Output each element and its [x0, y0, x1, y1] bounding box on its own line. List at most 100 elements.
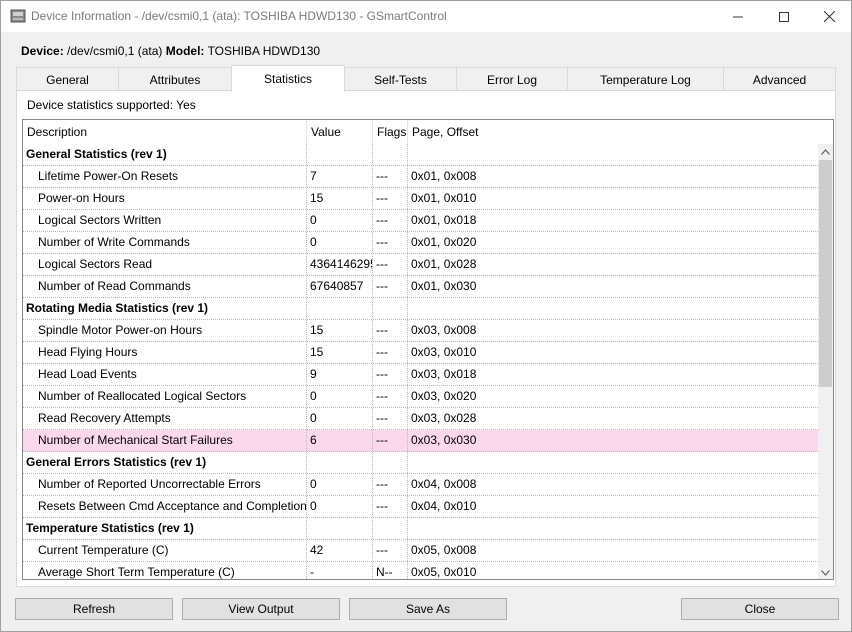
cell-flags — [373, 518, 408, 539]
cell-description: Rotating Media Statistics (rev 1) — [23, 298, 307, 319]
cell-description: Head Load Events — [23, 364, 307, 385]
table-row[interactable]: Number of Write Commands 0 --- 0x01, 0x020 — [23, 232, 818, 254]
cell-page-offset: 0x01, 0x008 — [411, 169, 477, 183]
table-body: General Statistics (rev 1) Lifetime Power… — [23, 144, 818, 579]
cell-description: Logical Sectors Read — [23, 254, 307, 275]
cell-value: 0 — [307, 232, 373, 253]
cell-value: 4364146295 — [307, 254, 373, 275]
table-group-row[interactable]: Temperature Statistics (rev 1) — [23, 518, 818, 540]
tab-general[interactable]: General — [16, 67, 119, 91]
tab-temperature-log[interactable]: Temperature Log — [567, 67, 724, 91]
cell-page-offset: 0x05, 0x010 — [411, 565, 477, 579]
table-row[interactable]: Average Short Term Temperature (C) - N-- 0x… — [23, 562, 818, 579]
cell-page-offset: 0x03, 0x010 — [411, 345, 477, 359]
cell-page-offset: 0x01, 0x010 — [411, 191, 477, 205]
cell-description: Logical Sectors Written — [23, 210, 307, 231]
cell-flags: --- — [373, 386, 408, 407]
cell-page-offset: 0x05, 0x008 — [411, 543, 477, 557]
statistics-table[interactable]: Description Value Flags Page, Offset Gen… — [22, 119, 834, 580]
table-row[interactable]: Head Load Events 9 --- 0x03, 0x018 — [23, 364, 818, 386]
cell-description: Average Short Term Temperature (C) — [23, 562, 307, 579]
window-title: Device Information - /dev/csmi0,1 (ata):… — [31, 9, 447, 23]
table-row[interactable]: Number of Read Commands 67640857 --- 0x01, … — [23, 276, 818, 298]
title-bar[interactable]: Device Information - /dev/csmi0,1 (ata):… — [1, 1, 851, 32]
tab-advanced[interactable]: Advanced — [723, 67, 836, 91]
scroll-down-button[interactable] — [818, 565, 833, 579]
cell-description: Head Flying Hours — [23, 342, 307, 363]
maximize-icon — [779, 11, 789, 22]
cell-flags: --- — [373, 166, 408, 187]
cell-flags: --- — [373, 496, 408, 517]
table-group-row[interactable]: General Errors Statistics (rev 1) — [23, 452, 818, 474]
cell-page-offset: 0x04, 0x008 — [411, 477, 477, 491]
table-header: Description Value Flags Page, Offset — [23, 120, 833, 144]
minimize-button[interactable] — [715, 1, 761, 32]
column-header-value[interactable]: Value — [307, 120, 373, 144]
refresh-button[interactable]: Refresh — [15, 598, 173, 620]
cell-flags: --- — [373, 430, 408, 451]
maximize-button[interactable] — [761, 1, 807, 32]
close-button[interactable]: Close — [681, 598, 839, 620]
table-row[interactable]: Power-on Hours 15 --- 0x01, 0x010 — [23, 188, 818, 210]
table-row[interactable]: Number of Reported Uncorrectable Errors 0… — [23, 474, 818, 496]
cell-flags: --- — [373, 188, 408, 209]
cell-flags: --- — [373, 276, 408, 297]
cell-page-offset: 0x01, 0x018 — [411, 213, 477, 227]
chevron-up-icon — [821, 148, 830, 155]
cell-flags — [373, 452, 408, 473]
cell-page-offset: 0x03, 0x028 — [411, 411, 477, 425]
cell-flags: N-- — [373, 562, 408, 579]
table-row[interactable]: Logical Sectors Written 0 --- 0x01, 0x018 — [23, 210, 818, 232]
table-row[interactable]: Logical Sectors Read 4364146295 --- 0x01, 0… — [23, 254, 818, 276]
save-as-button[interactable]: Save As — [349, 598, 507, 620]
tab-statistics[interactable]: Statistics — [231, 65, 345, 92]
table-row[interactable]: Current Temperature (C) 42 --- 0x05, 0x008 — [23, 540, 818, 562]
cell-description: Number of Read Commands — [23, 276, 307, 297]
scroll-up-button[interactable] — [818, 144, 833, 159]
vertical-scrollbar[interactable] — [818, 144, 833, 579]
column-header-page-offset[interactable]: Page, Offset — [408, 120, 833, 144]
cell-flags: --- — [373, 408, 408, 429]
cell-description: Spindle Motor Power-on Hours — [23, 320, 307, 341]
scroll-thumb[interactable] — [819, 160, 832, 387]
tab-attributes[interactable]: Attributes — [118, 67, 232, 91]
column-header-description[interactable]: Description — [23, 120, 307, 144]
table-group-row[interactable]: General Statistics (rev 1) — [23, 144, 818, 166]
cell-description: Number of Write Commands — [23, 232, 307, 253]
cell-value — [307, 144, 373, 165]
statistics-supported-text: Device statistics supported: Yes — [27, 98, 196, 112]
cell-description: Power-on Hours — [23, 188, 307, 209]
cell-page-offset: 0x03, 0x020 — [411, 389, 477, 403]
cell-value: 0 — [307, 496, 373, 517]
close-window-button[interactable] — [806, 1, 852, 32]
cell-value: 67640857 — [307, 276, 373, 297]
cell-flags — [373, 144, 408, 165]
table-row[interactable]: Read Recovery Attempts 0 --- 0x03, 0x028 — [23, 408, 818, 430]
device-summary: Device: /dev/csmi0,1 (ata) Model: TOSHIB… — [21, 44, 320, 58]
table-row[interactable]: Number of Mechanical Start Failures 6 --- 0… — [23, 430, 818, 452]
cell-value: 0 — [307, 210, 373, 231]
close-icon — [823, 11, 835, 22]
tab-error-log[interactable]: Error Log — [456, 67, 568, 91]
table-row[interactable]: Head Flying Hours 15 --- 0x03, 0x010 — [23, 342, 818, 364]
table-group-row[interactable]: Rotating Media Statistics (rev 1) — [23, 298, 818, 320]
cell-description: Lifetime Power-On Resets — [23, 166, 307, 187]
view-output-button[interactable]: View Output — [182, 598, 340, 620]
table-row[interactable]: Resets Between Cmd Acceptance and Comple… — [23, 496, 818, 518]
table-row[interactable]: Spindle Motor Power-on Hours 15 --- 0x03, 0… — [23, 320, 818, 342]
statistics-panel: Device statistics supported: Yes Descrip… — [16, 90, 836, 587]
tab-self-tests[interactable]: Self-Tests — [344, 67, 457, 91]
table-row[interactable]: Number of Reallocated Logical Sectors 0 --… — [23, 386, 818, 408]
cell-flags: --- — [373, 254, 408, 275]
cell-description: Temperature Statistics (rev 1) — [23, 518, 307, 539]
cell-page-offset — [408, 298, 818, 319]
cell-page-offset: 0x01, 0x020 — [411, 235, 477, 249]
column-header-flags[interactable]: Flags — [373, 120, 408, 144]
model-value: TOSHIBA HDWD130 — [207, 44, 321, 58]
cell-value: 0 — [307, 408, 373, 429]
cell-value: - — [307, 562, 373, 579]
minimize-icon — [733, 16, 743, 17]
table-row[interactable]: Lifetime Power-On Resets 7 --- 0x01, 0x008 — [23, 166, 818, 188]
cell-description: Current Temperature (C) — [23, 540, 307, 561]
cell-value: 9 — [307, 364, 373, 385]
